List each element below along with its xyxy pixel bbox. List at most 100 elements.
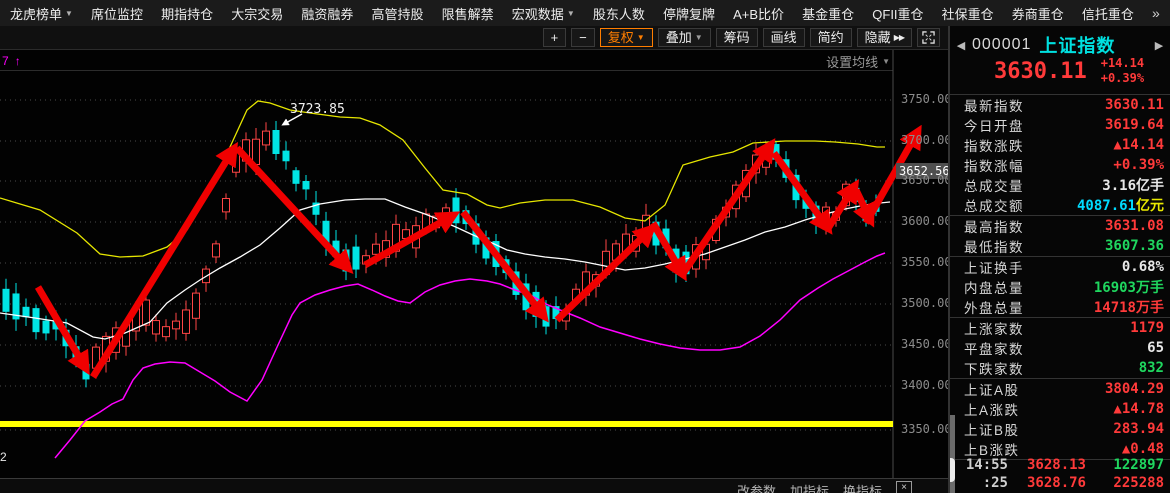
quote-row-value: 3.16亿手 (1102, 175, 1164, 195)
menu-item[interactable]: 停牌复牌 (663, 4, 715, 23)
menu-item-label: 大宗交易 (231, 4, 283, 23)
quote-row-label: 平盘家数 (964, 338, 1024, 358)
menu-item[interactable]: 宏观数据▼ (512, 4, 575, 23)
quote-row-value: 3607.36 (1105, 238, 1164, 254)
price-axis-tick: 3450.00 (901, 337, 947, 351)
quote-row-unit: 亿手 (1136, 178, 1164, 194)
quote-row-label: 内盘总量 (964, 277, 1024, 297)
footer-action-加指标[interactable]: 加指标 (790, 481, 829, 493)
quote-row-value: ▲14.14 (1113, 137, 1164, 153)
quote-row-value: 3630.11 (1105, 97, 1164, 113)
menu-item[interactable]: 股东人数 (593, 4, 645, 23)
stock-name: 上证指数 (1039, 32, 1148, 58)
candlestick-chart[interactable]: 7 ↑ 设置均线 ▼ 3723.85 3652.56 2 3750.003700… (0, 50, 948, 478)
chart-canvas[interactable] (0, 50, 948, 478)
quote-row: 最新指数 3630.11 (950, 95, 1170, 115)
menu-item[interactable]: QFII重仓 (872, 4, 923, 23)
quote-row: 指数涨跌▲14.14 (950, 135, 1170, 155)
menu-item-label: 宏观数据 (512, 4, 564, 23)
quote-row-unit: 亿元 (1136, 198, 1164, 214)
tick-price: 3628.76 (1008, 475, 1086, 491)
quote-row: 平盘家数65 (950, 338, 1170, 358)
next-stock-button[interactable]: ▶ (1148, 39, 1170, 52)
quote-row: 指数涨幅+0.39% (950, 155, 1170, 175)
toolbar-button-筹码[interactable]: 筹码 (716, 28, 758, 47)
toolbar-button-复权[interactable]: 复权▼ (600, 28, 653, 47)
quote-row-label: 上证换手 (964, 257, 1024, 277)
quote-row: 上涨家数1179 (950, 318, 1170, 338)
menu-item[interactable]: 高管持股 (372, 4, 424, 23)
tick-time: 14:55 (960, 457, 1008, 473)
menu-item[interactable]: 期指持仓 (161, 4, 213, 23)
menu-item-label: 股东人数 (593, 4, 645, 23)
quote-row-value: 4087.61亿元 (1077, 195, 1164, 215)
peak-price-annotation: 3723.85 (290, 102, 345, 117)
menu-item-label: QFII重仓 (872, 4, 923, 23)
menu-item[interactable]: 券商重仓 (1012, 4, 1064, 23)
quote-row-value: 3631.08 (1105, 218, 1164, 234)
menu-item-label: 期指持仓 (161, 4, 213, 23)
close-indicator-button[interactable]: × (896, 481, 912, 493)
trade-tick-row: 14:553628.13122897 (950, 456, 1170, 474)
toolbar-button-label: 复权 (608, 29, 634, 46)
text-fragment: 2 (0, 450, 7, 464)
price-change: +14.14 (1101, 56, 1144, 71)
price-axis-tick: 3550.00 (901, 255, 947, 269)
quote-row: 上证B股283.94 (950, 419, 1170, 439)
quote-row: 内盘总量16903万手 (950, 277, 1170, 297)
quote-row: 最高指数 3631.08 (950, 216, 1170, 236)
menu-item-label: 停牌复牌 (663, 4, 715, 23)
menu-item-label: 融资融券 (301, 4, 353, 23)
panel-scrollbar-thumb[interactable] (950, 458, 955, 482)
quote-row-label: 今日开盘 (964, 115, 1024, 135)
toolbar-button-label: − (579, 29, 587, 46)
price-axis-tick: 3700.00 (901, 133, 947, 147)
chevron-down-icon: ▼ (637, 29, 645, 46)
toolbar-button-−[interactable]: − (571, 28, 595, 47)
footer-action-换指标[interactable]: 换指标 (843, 481, 882, 493)
toolbar-button-叠加[interactable]: 叠加▼ (658, 28, 711, 47)
menu-item[interactable]: A+B比价 (733, 4, 784, 23)
indicator-footer: 改参数 加指标 换指标 × (0, 478, 948, 493)
price-axis-tick: 3650.00 (901, 173, 947, 187)
toolbar-button-画线[interactable]: 画线 (763, 28, 805, 47)
footer-action-改参数[interactable]: 改参数 (737, 481, 776, 493)
quote-row: 今日开盘 3619.64 (950, 115, 1170, 135)
quote-row: 下跌家数832 (950, 358, 1170, 378)
menu-item-label: A+B比价 (733, 4, 784, 23)
expand-icon (922, 31, 935, 44)
menu-item-label: 基金重仓 (802, 4, 854, 23)
quote-row-value: 3619.64 (1105, 117, 1164, 133)
quote-row-label: 上涨家数 (964, 318, 1024, 338)
quote-row-unit: 万手 (1136, 300, 1164, 316)
menu-item[interactable]: 社保重仓 (942, 4, 994, 23)
menu-item[interactable]: 信托重仓 (1082, 4, 1134, 23)
quote-row: 上证换手 0.68% (950, 257, 1170, 277)
quote-row-label: 上A涨跌 (964, 399, 1020, 419)
price-axis-tick: 3500.00 (901, 296, 947, 310)
toolbar-button-简约[interactable]: 简约 (810, 28, 852, 47)
toolbar-button-label: + (551, 29, 559, 46)
menu-item[interactable]: 龙虎榜单▼ (10, 4, 73, 23)
menu-item[interactable]: 席位监控 (91, 4, 143, 23)
quote-row-unit: 万手 (1136, 280, 1164, 296)
menu-overflow-button[interactable]: » (1152, 5, 1160, 21)
menu-item[interactable]: 融资融券 (301, 4, 353, 23)
prev-stock-button[interactable]: ◀ (950, 39, 972, 52)
price-axis-tick: 3750.00 (901, 92, 947, 106)
quote-row-label: 最新指数 (964, 95, 1024, 115)
toolbar-button-+[interactable]: + (543, 28, 567, 47)
quote-row-value: 0.68% (1122, 259, 1164, 275)
tick-volume: 225288 (1086, 475, 1164, 491)
quote-row-label: 最低指数 (964, 236, 1024, 256)
menu-item[interactable]: 基金重仓 (802, 4, 854, 23)
quote-row-label: 最高指数 (964, 216, 1024, 236)
quote-row: 最低指数 3607.36 (950, 236, 1170, 256)
toolbar-button-隐藏[interactable]: 隐藏▶▶ (857, 28, 912, 47)
menu-item[interactable]: 限售解禁 (442, 4, 494, 23)
fullscreen-button[interactable] (917, 28, 940, 47)
menu-item[interactable]: 大宗交易 (231, 4, 283, 23)
chevron-down-icon: ▼ (567, 9, 575, 18)
quote-row-value: 14718万手 (1094, 297, 1164, 317)
quote-row-value: ▲14.78 (1113, 401, 1164, 417)
